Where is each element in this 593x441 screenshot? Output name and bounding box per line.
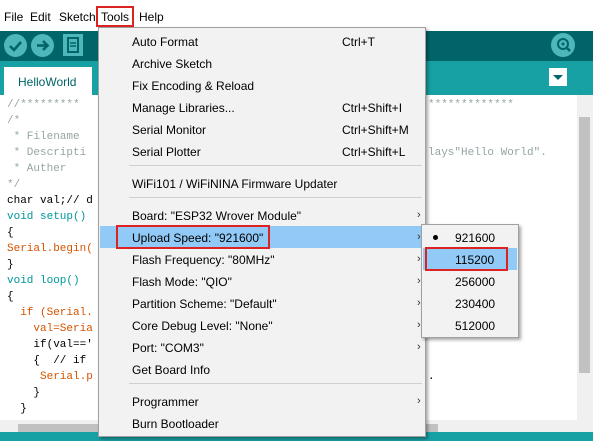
- menu-edit[interactable]: Edit: [30, 9, 51, 25]
- new-icon: [67, 37, 79, 53]
- upload-speed-option-921600[interactable]: 921600: [423, 226, 517, 248]
- menu-item-flash-mode-qio[interactable]: Flash Mode: "QIO" ›: [100, 270, 424, 292]
- code-line: Serial.p: [7, 371, 93, 383]
- code-fragment-dot: .: [428, 371, 435, 383]
- code-line: void loop(): [7, 275, 80, 287]
- option-annotation-box: [425, 247, 508, 271]
- menu-separator: [129, 165, 422, 166]
- code-line: char val;// d: [7, 195, 93, 207]
- menu-item-label: Archive Sketch: [132, 57, 213, 71]
- tools-annotation-box: [96, 6, 134, 27]
- menu-file[interactable]: File: [4, 9, 23, 25]
- code-line: * Descripti: [7, 147, 87, 159]
- upload-speed-annotation-box: [116, 225, 270, 249]
- menu-item-shortcut: Ctrl+Shift+I: [342, 101, 403, 115]
- upload-speed-option-512000[interactable]: 512000: [423, 314, 517, 336]
- code-line: {: [7, 227, 14, 239]
- menu-item-port-com3[interactable]: Port: "COM3" ›: [100, 336, 424, 358]
- new-button[interactable]: [63, 34, 83, 56]
- radio-selected-icon: [433, 235, 438, 240]
- menu-item-label: WiFi101 / WiFiNINA Firmware Updater: [132, 177, 338, 191]
- upload-speed-option-256000[interactable]: 256000: [423, 270, 517, 292]
- verify-icon: [9, 41, 22, 52]
- menu-item-fix-encoding-reload[interactable]: Fix Encoding & Reload: [100, 74, 424, 96]
- code-line: */: [7, 179, 21, 191]
- code-line: if(val==': [7, 339, 93, 351]
- menu-item-get-board-info[interactable]: Get Board Info: [100, 358, 424, 380]
- code-fragment-stars: *************: [428, 99, 514, 111]
- code-line: * Auther: [7, 163, 67, 175]
- code-line: }: [7, 403, 27, 415]
- menu-item-shortcut: Ctrl+Shift+M: [342, 123, 409, 137]
- chevron-right-icon: ›: [417, 395, 421, 407]
- code-line: }: [7, 259, 14, 271]
- menu-item-wifi101-wifinina-firmware-updater[interactable]: WiFi101 / WiFiNINA Firmware Updater: [100, 172, 424, 194]
- menu-item-label: Burn Bootloader: [132, 417, 219, 431]
- option-label: 256000: [455, 275, 496, 289]
- menu-item-core-debug-level-none[interactable]: Core Debug Level: "None" ›: [100, 314, 424, 336]
- menu-item-burn-bootloader[interactable]: Burn Bootloader: [100, 412, 424, 434]
- verify-button[interactable]: [4, 34, 27, 57]
- tab-menu-button[interactable]: [549, 68, 567, 86]
- menu-item-label: Auto Format: [132, 35, 199, 49]
- tab-label: HelloWorld: [18, 75, 77, 89]
- chevron-right-icon: ›: [417, 341, 421, 353]
- menu-separator: [129, 197, 422, 198]
- menu-item-label: Partition Scheme: "Default": [132, 297, 277, 311]
- menu-separator: [129, 383, 422, 384]
- menu-help[interactable]: Help: [139, 9, 164, 25]
- vertical-scroll-thumb[interactable]: [579, 117, 590, 373]
- code-fragment-hello: lays"Hello World".: [428, 147, 547, 159]
- menu-item-label: Programmer: [132, 395, 199, 409]
- code-line: { // if: [7, 355, 87, 367]
- menu-sketch[interactable]: Sketch: [59, 9, 96, 25]
- vertical-scrollbar[interactable]: [577, 95, 593, 420]
- menu-item-label: Fix Encoding & Reload: [132, 79, 255, 93]
- menu-item-programmer[interactable]: Programmer ›: [100, 390, 424, 412]
- option-label: 921600: [455, 231, 496, 245]
- code-line: void setup(): [7, 211, 87, 223]
- menu-item-label: Manage Libraries...: [132, 101, 235, 115]
- tools-menu: Auto Format Ctrl+T Archive Sketch Fix Encod…: [98, 27, 426, 437]
- menu-item-label: Get Board Info: [132, 363, 211, 377]
- menu-item-label: Serial Monitor: [132, 123, 207, 137]
- menu-item-label: Board: "ESP32 Wrover Module": [132, 209, 302, 223]
- menu-item-label: Flash Frequency: "80MHz": [132, 253, 275, 267]
- upload-icon: [37, 40, 50, 51]
- code-line: }: [7, 387, 41, 399]
- menu-item-serial-plotter[interactable]: Serial Plotter Ctrl+Shift+L: [100, 140, 424, 162]
- code-line: val=Seria: [7, 323, 93, 335]
- tab-helloworld[interactable]: HelloWorld: [4, 67, 92, 95]
- serial-monitor-icon: [557, 38, 571, 52]
- menu-item-manage-libraries[interactable]: Manage Libraries... Ctrl+Shift+I: [100, 96, 424, 118]
- upload-speed-option-230400[interactable]: 230400: [423, 292, 517, 314]
- menu-item-auto-format[interactable]: Auto Format Ctrl+T: [100, 30, 424, 52]
- menu-item-label: Serial Plotter: [132, 145, 201, 159]
- serial-monitor-button[interactable]: [551, 33, 575, 57]
- menu-item-board-esp32-wrover-module[interactable]: Board: "ESP32 Wrover Module" ›: [100, 204, 424, 226]
- code-line: /*: [7, 115, 21, 127]
- menu-item-flash-frequency-80mhz[interactable]: Flash Frequency: "80MHz" ›: [100, 248, 424, 270]
- option-label: 512000: [455, 319, 496, 333]
- menu-item-shortcut: Ctrl+Shift+L: [342, 145, 406, 159]
- code-line: {: [7, 291, 14, 303]
- menu-item-label: Core Debug Level: "None": [132, 319, 273, 333]
- upload-button[interactable]: [31, 34, 54, 57]
- menu-item-shortcut: Ctrl+T: [342, 35, 375, 49]
- upload-speed-submenu: 921600 115200 256000 230400 512000: [421, 224, 519, 338]
- menu-item-archive-sketch[interactable]: Archive Sketch: [100, 52, 424, 74]
- menu-item-label: Port: "COM3": [132, 341, 204, 355]
- option-label: 230400: [455, 297, 496, 311]
- chevron-right-icon: ›: [417, 209, 421, 221]
- code-line: //*********: [7, 99, 80, 111]
- code-line: * Filename: [7, 131, 80, 143]
- menu-item-partition-scheme-default[interactable]: Partition Scheme: "Default" ›: [100, 292, 424, 314]
- code-line: if (Serial.: [7, 307, 93, 319]
- chevron-down-icon: [553, 75, 563, 80]
- menu-item-serial-monitor[interactable]: Serial Monitor Ctrl+Shift+M: [100, 118, 424, 140]
- menu-item-label: Flash Mode: "QIO": [132, 275, 232, 289]
- code-line: Serial.begin(: [7, 243, 93, 255]
